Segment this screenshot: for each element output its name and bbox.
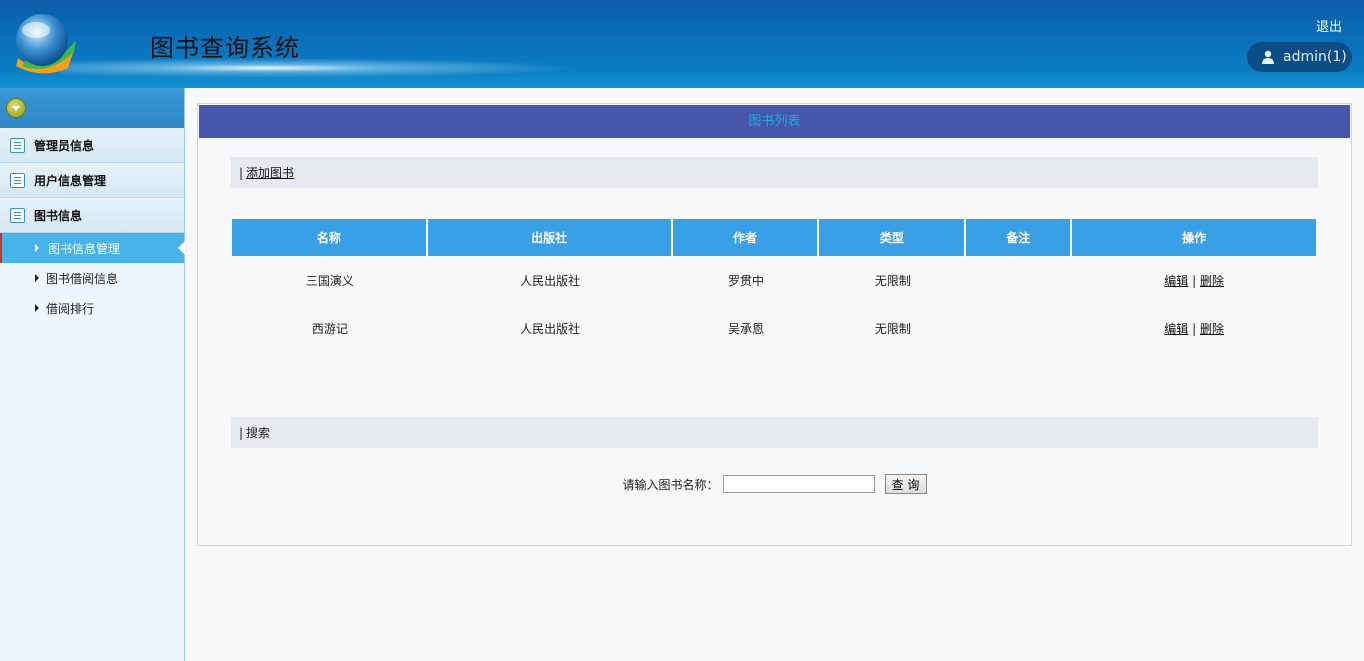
sidebar-item-label: 借阅排行 [46,301,95,316]
edit-link[interactable]: 编辑 [1164,274,1188,288]
triangle-right-icon [35,274,39,282]
cell-publisher: 人民出版社 [520,321,581,336]
column-header-author: 作者 [672,219,820,256]
table-header-row: 名称 出版社 作者 类型 备注 操作 [232,219,1316,256]
table-row: 西游记 人民出版社 吴承恩 无限制 编辑 | 删除 [232,304,1316,352]
cell-author: 罗贯中 [727,273,764,288]
cell-publisher: 人民出版社 [520,273,581,288]
cell-actions: 编辑 | 删除 [1072,256,1316,304]
cell-name: 三国演义 [305,273,354,288]
cell-author: 吴承恩 [727,321,764,336]
search-section-label: 搜索 [246,426,271,440]
triangle-right-icon [35,244,39,252]
book-list-panel: 图书列表 | 添加图书 名称 出版社 作者 类型 备注 操作 三国演义 人民出版… [197,103,1352,546]
top-header: 图书查询系统 退出 admin(1) [0,0,1364,88]
user-icon [1262,50,1274,64]
edit-link[interactable]: 编辑 [1164,322,1188,336]
sidebar-group-user-management[interactable]: 用户信息管理 [0,163,184,198]
delete-link[interactable]: 删除 [1200,274,1224,288]
sidebar-top-bar [0,88,184,128]
sidebar-group-label: 图书信息 [34,208,83,223]
add-book-bar: | 添加图书 [231,157,1318,188]
sidebar-item-label: 图书借阅信息 [46,271,119,286]
sidebar-collapse-toggle-icon[interactable] [6,98,26,118]
triangle-right-icon [35,304,39,312]
sidebar-group-book-info[interactable]: 图书信息 [0,198,184,233]
delete-link[interactable]: 删除 [1200,322,1224,336]
sidebar: 管理员信息 用户信息管理 图书信息 图书信息管理 图书借阅信息 借阅排行 [0,88,185,661]
sidebar-group-label: 用户信息管理 [34,173,107,188]
sidebar-item-label: 图书信息管理 [48,241,121,256]
search-bar-header: | 搜索 [231,417,1318,448]
sidebar-item-borrow-info[interactable]: 图书借阅信息 [0,263,184,293]
header-glow [0,70,1364,88]
sidebar-group-label: 管理员信息 [34,138,95,153]
book-table: 名称 出版社 作者 类型 备注 操作 三国演义 人民出版社 罗贯中 无限制 编辑… [232,219,1316,352]
username-label: admin(1) [1283,49,1347,65]
cell-type: 无限制 [874,273,911,288]
column-header-type: 类型 [819,219,967,256]
cell-note [966,304,1072,352]
sidebar-item-borrow-ranking[interactable]: 借阅排行 [0,293,184,323]
user-account-badge[interactable]: admin(1) [1247,42,1352,72]
cell-actions: 编辑 | 删除 [1072,304,1316,352]
sidebar-group-admin-info[interactable]: 管理员信息 [0,128,184,163]
column-header-actions: 操作 [1072,219,1316,256]
column-header-note: 备注 [966,219,1073,256]
table-row: 三国演义 人民出版社 罗贯中 无限制 编辑 | 删除 [232,256,1316,304]
search-button[interactable]: 查 询 [884,474,927,494]
panel-title: 图书列表 [199,105,1350,138]
bar-separator: | [239,165,244,180]
logout-link[interactable]: 退出 [1316,16,1342,35]
action-separator: | [1192,321,1197,336]
list-icon [10,172,25,188]
column-header-publisher: 出版社 [427,219,673,256]
action-separator: | [1192,273,1197,288]
list-icon [10,207,25,223]
app-logo-icon [16,14,76,74]
column-header-name: 名称 [232,219,428,256]
search-row: 请输入图书名称： 查 询 [198,474,1351,494]
cell-name: 西游记 [311,321,348,336]
sidebar-item-book-management[interactable]: 图书信息管理 [0,233,185,263]
add-book-link[interactable]: 添加图书 [246,164,294,181]
app-title: 图书查询系统 [150,34,300,62]
search-prompt-label: 请输入图书名称： [622,477,719,492]
cell-type: 无限制 [874,321,911,336]
cell-note [966,256,1072,304]
book-name-search-input[interactable] [722,475,875,493]
list-icon [10,137,25,153]
bar-separator: | [239,425,244,440]
